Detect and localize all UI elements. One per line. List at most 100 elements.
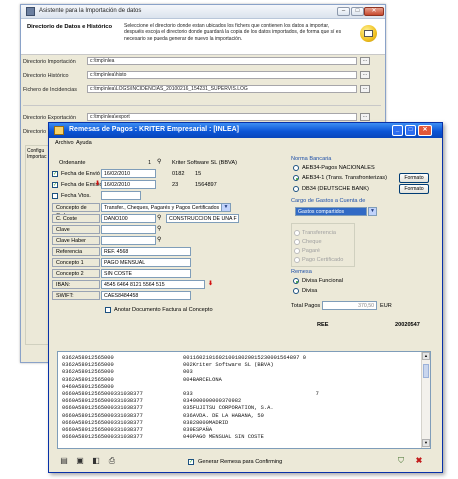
tipo-radio-4[interactable] (294, 257, 300, 263)
tipo-option-4: Pago Certificado (302, 257, 344, 263)
swift-field[interactable]: CAES8484458 (101, 291, 191, 300)
file-line-code: 0660A58912565000331038377 (62, 405, 143, 412)
browse-export-button[interactable]: ... (360, 113, 370, 121)
wizard-header-desc: Seleccione el directorio donde estan ubi… (124, 23, 342, 42)
cargo-chevron-down-icon[interactable]: ▼ (368, 207, 377, 216)
total-currency: EUR (380, 303, 392, 309)
anotar-checkbox[interactable] (105, 307, 111, 313)
browse-import-button[interactable]: ... (360, 57, 370, 65)
remesa-file-list[interactable]: 0362A58912565000 001160210160210018020015… (57, 351, 431, 449)
divisa-label: Divisa (302, 288, 318, 294)
dir-history-label: Directorio Histórico (23, 73, 69, 79)
fecha-emision-check[interactable]: ✓ (52, 182, 58, 188)
dialog-minimize-button[interactable]: _ (392, 125, 403, 136)
fecha-envio-field[interactable]: 16/02/2010 (101, 169, 156, 178)
incidents-file-field[interactable]: c:\tmp\nlea\LOGS\INCIDENCIAS_20100216_15… (87, 85, 357, 93)
cancel-icon[interactable]: ✖ (414, 456, 424, 466)
save-icon[interactable]: ▣ (75, 456, 85, 466)
fecha-emision-code-a: 23 (172, 182, 179, 188)
maximize-button[interactable]: □ (351, 7, 364, 16)
iban-field[interactable]: 4545 6464 8121 5564 515 (101, 280, 205, 289)
clave-haber-search-icon[interactable]: ⚲ (157, 236, 161, 243)
generar-checkbox[interactable]: ✓ (188, 459, 194, 465)
ordenante-number[interactable]: 1 (101, 158, 154, 167)
file-line-code: 0362A58912565000 (62, 369, 114, 376)
filter-icon[interactable]: ⛉ (396, 456, 406, 466)
menu-ayuda[interactable]: Ayuda (76, 140, 92, 146)
wizard-header-title: Directorio de Datos e Histórico (27, 24, 113, 30)
formato-button-1[interactable]: Formato (399, 173, 429, 183)
ccoste-search-icon[interactable]: ⚲ (157, 214, 161, 221)
concepto-orden-select[interactable]: Transfer., Cheques, Pagarés y Pagos Cert… (101, 203, 231, 212)
concepto1-field[interactable]: PAGO MENSUAL (101, 258, 191, 267)
wizard-header: Directorio de Datos e Histórico Seleccio… (21, 19, 385, 55)
preview-icon[interactable]: ◧ (91, 456, 101, 466)
ccoste-field[interactable]: DANO100 (101, 214, 156, 223)
fecha-vtos-label: Fecha Vtos. (61, 193, 91, 199)
fecha-vtos-field[interactable] (101, 191, 141, 200)
norma-radio-1[interactable] (293, 165, 299, 171)
formato-button-2[interactable]: Formato (399, 184, 429, 194)
list-scrollbar[interactable]: ▲ ▼ (421, 352, 430, 448)
chevron-down-icon[interactable]: ▼ (221, 204, 230, 211)
clave-field[interactable] (101, 225, 156, 234)
dir-import-label: Directorio Importación (23, 59, 76, 65)
cargo-select[interactable]: Gastos compartidos (295, 207, 367, 216)
ordenante-label: Ordenante (59, 160, 86, 166)
browse-history-button[interactable]: ... (360, 71, 370, 79)
dialog-title: Remesas de Pagos : KRITER Empresarial : … (69, 126, 239, 133)
tipo-option-1: Transferencia (302, 230, 336, 236)
file-line-code: 0362A58912565000 (62, 376, 114, 383)
file-line-code: 0660A58912565000331038377 (62, 427, 143, 433)
iban-label: IBAN: (52, 280, 100, 289)
scroll-up-icon[interactable]: ▲ (422, 352, 430, 360)
divisa-radio[interactable] (293, 288, 299, 294)
dir-export-label: Directorio Exportación (23, 115, 77, 121)
fecha-emision-field[interactable]: 16/02/2010 (101, 180, 156, 189)
pushpin-icon[interactable]: ⬇ (95, 180, 100, 187)
remesa-label: Remesa (291, 269, 312, 275)
norma-radio-2[interactable] (293, 175, 299, 181)
tipo-radio-2[interactable] (294, 239, 300, 245)
dialog-close-button[interactable]: ✕ (418, 125, 432, 136)
dir-history-field[interactable]: c:\tmp\nlea\histo (87, 71, 357, 79)
tipo-radio-3[interactable] (294, 248, 300, 254)
file-line-code: 0460A58912565000 (62, 383, 114, 390)
cargo-label: Cargo de Gastos a Cuenta de (291, 198, 366, 204)
clave-search-icon[interactable]: ⚲ (157, 225, 161, 232)
norma-radio-3[interactable] (293, 186, 299, 192)
concepto-orden-value: Transfer., Cheques, Pagarés y Pagos Cert… (104, 205, 220, 211)
ordenante-name: Kriter Software SL (BBVA) (172, 160, 237, 166)
dir-import-field[interactable]: c:\tmp\nlea (87, 57, 357, 65)
divisa-funcional-radio[interactable] (293, 278, 299, 284)
ree-number: 20020547 (395, 322, 420, 328)
menu-archivo[interactable]: Archivo (55, 140, 74, 146)
file-line-content: 03828000MADRID (183, 419, 229, 426)
iban-pushpin-icon[interactable]: ⬇ (208, 280, 213, 287)
concepto1-label: Concepto 1 (52, 258, 100, 267)
referencia-field[interactable]: REF. 4568 (101, 247, 191, 256)
close-button[interactable]: ✕ (364, 7, 384, 16)
clave-haber-field[interactable] (101, 236, 156, 245)
fecha-envio-check[interactable]: ✓ (52, 171, 58, 177)
scroll-down-icon[interactable]: ▼ (422, 439, 430, 447)
print-icon[interactable]: ⎙ (107, 456, 117, 466)
fecha-envio-label: Fecha de Envió (61, 171, 100, 177)
dialog-maximize-button[interactable]: □ (405, 125, 416, 136)
tipo-radio-1[interactable] (294, 230, 300, 236)
config-label-2: Importac (27, 154, 47, 160)
browse-incidents-button[interactable]: ... (360, 85, 370, 93)
new-document-icon[interactable]: ▤ (59, 456, 69, 466)
minimize-button[interactable]: – (337, 7, 350, 16)
dir-export-field[interactable]: c:\tmp\nlea\export (87, 113, 357, 121)
fecha-vtos-check[interactable] (52, 193, 58, 199)
norma-option-3: DB34 (DEUTSCHE BANK) (302, 186, 369, 192)
database-icon (364, 30, 373, 37)
ordenante-search-icon[interactable]: ⚲ (157, 158, 161, 165)
fecha-envio-code-b: 15 (195, 171, 202, 177)
concepto2-field[interactable]: SIN COSTE (101, 269, 191, 278)
config-group: Configu Importac (25, 145, 49, 345)
dialog-app-icon (54, 126, 64, 135)
scroll-thumb[interactable] (423, 364, 429, 378)
file-line-content: 035FUJITSU CORPORATION, S.A. (183, 405, 274, 412)
